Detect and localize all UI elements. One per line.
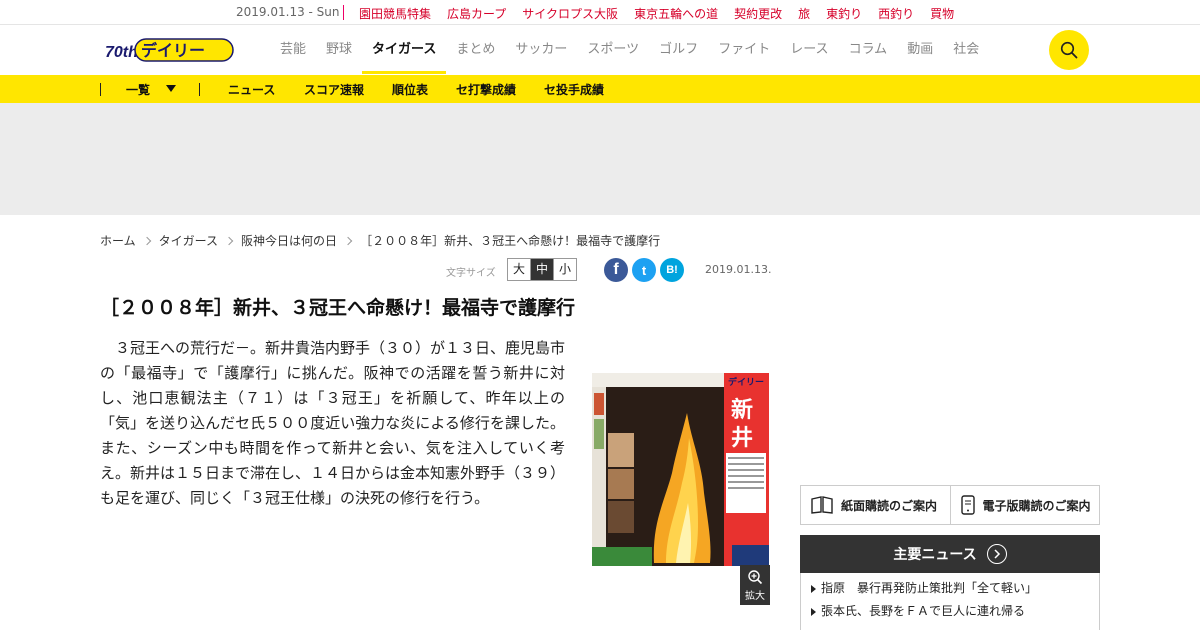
zoom-button[interactable]: 拡大 (740, 565, 770, 605)
chevron-right-icon (224, 236, 234, 245)
current-date: 2019.01.13 - Sun (236, 5, 340, 19)
top-link[interactable]: 東京五輪への道 (634, 5, 718, 22)
paper-subscription-link[interactable]: 紙面購読のご案内 (801, 486, 951, 524)
ad-space (0, 103, 1200, 215)
nav-fight[interactable]: ファイト (708, 25, 780, 74)
nav-society[interactable]: 社会 (943, 25, 989, 74)
svg-text:デイリー: デイリー (728, 376, 764, 388)
divider (199, 83, 200, 96)
paper-subscription-label: 紙面購読のご案内 (841, 498, 938, 513)
svg-text:井: 井 (731, 426, 753, 451)
daily-logo[interactable]: 70th デイリー (105, 37, 235, 63)
crumb-home[interactable]: ホーム (100, 232, 136, 249)
nav-golf[interactable]: ゴルフ (649, 25, 708, 74)
nav-tigers[interactable]: タイガース (362, 25, 447, 74)
newspaper-front-page-image[interactable]: デイリー 新 井 (592, 373, 769, 566)
subnav-news[interactable]: ニュース (228, 81, 275, 98)
nav-geinou[interactable]: 芸能 (270, 25, 316, 74)
digital-subscription-label: 電子版購読のご案内 (982, 498, 1091, 513)
subnav-standings[interactable]: 順位表 (392, 81, 428, 98)
top-link[interactable]: サイクロプス大阪 (522, 5, 618, 22)
font-size-large[interactable]: 大 (508, 259, 531, 280)
nav-matome[interactable]: まとめ (446, 25, 505, 74)
search-icon (1060, 41, 1078, 59)
smartphone-icon (960, 495, 975, 515)
top-link[interactable]: 旅 (798, 5, 810, 22)
top-link[interactable]: 園田競馬特集 (359, 5, 431, 22)
twitter-share-icon[interactable]: t (632, 258, 656, 282)
nav-column[interactable]: コラム (839, 25, 898, 74)
article-title: ［２００８年］新井、３冠王へ命懸け！最福寺で護摩行 (100, 297, 576, 319)
list-item[interactable]: 張本氏、長野をＦＡで巨人に連れ帰る (801, 600, 1099, 623)
svg-text:新: 新 (731, 397, 753, 423)
divider (343, 5, 344, 20)
logo-badge: 70th (105, 44, 138, 61)
site-header: 70th デイリー 芸能 野球 タイガース まとめ サッカー スポーツ ゴルフ … (0, 25, 1200, 74)
facebook-share-icon[interactable]: f (604, 258, 628, 282)
nav-race[interactable]: レース (780, 25, 838, 74)
list-dropdown[interactable]: 一覧 (126, 81, 150, 98)
main-nav: 芸能 野球 タイガース まとめ サッカー スポーツ ゴルフ ファイト レース コ… (270, 25, 989, 74)
font-size-medium[interactable]: 中 (531, 259, 554, 280)
crumb-current: ［２００８年］新井、３冠王へ命懸け！最福寺で護摩行 (360, 234, 661, 248)
crumb-tigers[interactable]: タイガース (159, 232, 218, 249)
font-size-selector: 大 中 小 (507, 258, 577, 281)
subnav-batting[interactable]: セ打撃成績 (456, 81, 516, 98)
search-button[interactable] (1049, 30, 1089, 70)
top-link[interactable]: 広島カープ (447, 5, 506, 22)
sub-nav: 一覧 ニュース スコア速報 順位表 セ打撃成績 セ投手成績 (0, 75, 1200, 103)
font-size-label: 文字サイズ (446, 268, 496, 279)
subscription-box: 紙面購読のご案内 電子版購読のご案内 (800, 485, 1100, 525)
nav-sports[interactable]: スポーツ (577, 25, 649, 74)
digital-subscription-link[interactable]: 電子版購読のご案内 (951, 486, 1100, 524)
top-link[interactable]: 契約更改 (734, 5, 782, 22)
hatena-bookmark-icon[interactable]: B! (660, 258, 684, 282)
crumb-category[interactable]: 阪神今日は何の日 (241, 232, 337, 249)
main-news-list: 指原 暴行再発防止策批判「全て軽い」 張本氏、長野をＦＡで巨人に連れ帰る (800, 573, 1100, 630)
top-link[interactable]: 東釣り (826, 5, 862, 22)
subnav-score[interactable]: スコア速報 (304, 81, 364, 98)
top-link[interactable]: 買物 (930, 5, 954, 22)
divider (100, 83, 101, 96)
chevron-right-circle-icon[interactable] (986, 544, 1007, 564)
article-body: ３冠王への荒行だ－。新井貴浩内野手（３０）が１３日、鹿児島市の「最福寺」で「護摩… (100, 339, 566, 507)
top-info-bar: 2019.01.13 - Sun 園田競馬特集 広島カープ サイクロプス大阪 東… (0, 0, 1200, 25)
nav-video[interactable]: 動画 (897, 25, 943, 74)
main-news-header: 主要ニュース (800, 535, 1100, 573)
chevron-right-icon (343, 236, 353, 245)
chevron-right-icon (142, 236, 151, 245)
book-icon (811, 496, 833, 514)
main-news-title: 主要ニュース (893, 547, 977, 563)
caret-down-icon[interactable] (166, 85, 176, 92)
top-links: 園田競馬特集 広島カープ サイクロプス大阪 東京五輪への道 契約更改 旅 東釣り… (359, 5, 970, 22)
nav-yakyu[interactable]: 野球 (316, 25, 362, 74)
zoom-in-icon (748, 570, 763, 585)
top-link[interactable]: 西釣り (878, 5, 914, 22)
nav-soccer[interactable]: サッカー (505, 25, 577, 74)
list-item[interactable]: 指原 暴行再発防止策批判「全て軽い」 (801, 577, 1099, 600)
zoom-label: 拡大 (745, 591, 765, 602)
publish-date: 2019.01.13. (705, 263, 772, 276)
breadcrumb: ホーム タイガース 阪神今日は何の日 ［２００８年］新井、３冠王へ命懸け！最福寺… (100, 232, 660, 249)
font-size-small[interactable]: 小 (554, 259, 576, 280)
subnav-pitching[interactable]: セ投手成績 (544, 81, 604, 98)
logo-text: デイリー (141, 41, 205, 60)
